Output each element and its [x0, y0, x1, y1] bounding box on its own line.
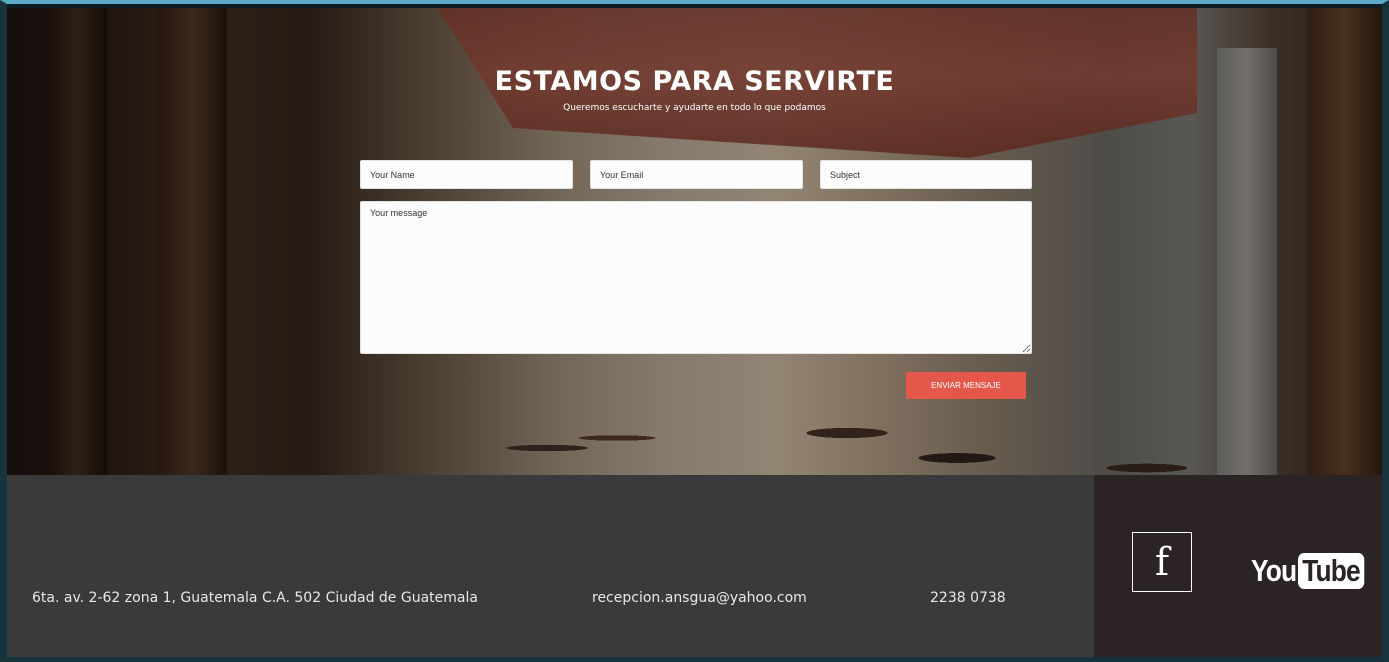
youtube-icon[interactable]: You Tube: [1251, 547, 1376, 595]
youtube-logo-tube: Tube: [1298, 553, 1365, 589]
footer-info: [7, 475, 1094, 657]
email-field[interactable]: [590, 160, 803, 189]
youtube-logo-you: You: [1251, 553, 1297, 588]
send-message-button[interactable]: ENVIAR MENSAJE: [906, 372, 1026, 399]
facebook-icon[interactable]: f: [1132, 532, 1192, 592]
footer-email-link[interactable]: recepcion.ansgua@yahoo.com: [592, 590, 807, 606]
subject-field[interactable]: [820, 160, 1032, 189]
contact-subheading: Queremos escucharte y ayudarte en todo l…: [563, 103, 826, 113]
message-field[interactable]: [360, 201, 1032, 354]
footer-address: 6ta. av. 2-62 zona 1, Guatemala C.A. 502…: [32, 590, 478, 606]
footer-phone: 2238 0738: [930, 590, 1006, 606]
contact-heading: ESTAMOS PARA SERVIRTE: [494, 66, 895, 97]
name-field[interactable]: [360, 160, 573, 189]
